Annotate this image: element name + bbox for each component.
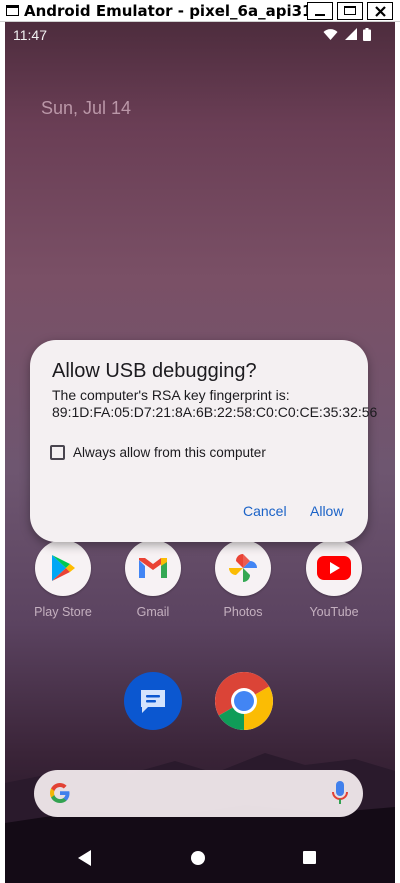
app-photos[interactable]: Photos (203, 540, 283, 619)
gmail-icon (125, 540, 181, 596)
minimize-button[interactable] (307, 2, 333, 20)
maximize-button[interactable] (337, 2, 363, 20)
app-gmail[interactable]: Gmail (113, 540, 193, 619)
close-button[interactable] (367, 2, 393, 20)
chrome-app[interactable] (215, 672, 273, 730)
app-play-store[interactable]: Play Store (23, 540, 103, 619)
cancel-button[interactable]: Cancel (243, 503, 287, 519)
status-time: 11:47 (13, 27, 47, 43)
google-g-icon (50, 783, 70, 803)
window-icon (6, 5, 19, 16)
microphone-icon[interactable] (331, 781, 349, 807)
status-icons (321, 28, 371, 42)
google-search-bar[interactable] (34, 770, 363, 817)
always-allow-checkbox[interactable] (50, 445, 65, 460)
window-title: Android Emulator - pixel_6a_api31... (24, 2, 330, 20)
app-label: Gmail (136, 605, 170, 619)
device-screen: 11:47 Sun, Jul 14 Play Store Gmail Photo… (5, 22, 395, 883)
allow-button[interactable]: Allow (310, 503, 343, 519)
always-allow-label[interactable]: Always allow from this computer (73, 445, 266, 460)
emulator-titlebar: Android Emulator - pixel_6a_api31... (0, 0, 400, 22)
wifi-icon (323, 29, 338, 40)
play-store-icon (35, 540, 91, 596)
photos-icon (215, 540, 271, 596)
battery-icon (363, 28, 371, 41)
dialog-message: The computer's RSA key fingerprint is: 8… (52, 387, 378, 420)
recents-icon[interactable] (303, 851, 316, 864)
lockscreen-date: Sun, Jul 14 (41, 98, 132, 118)
dialog-title: Allow USB debugging? (52, 360, 257, 382)
app-label: YouTube (309, 605, 359, 619)
close-icon (375, 6, 386, 17)
status-bar: 11:47 (5, 22, 395, 48)
messages-icon (141, 690, 165, 713)
back-icon[interactable] (78, 850, 92, 866)
signal-icon (344, 28, 357, 40)
app-label: Play Store (34, 605, 92, 619)
usb-debugging-dialog: Allow USB debugging? The computer's RSA … (30, 340, 378, 542)
app-youtube[interactable]: YouTube (294, 540, 374, 619)
navigation-bar (5, 844, 395, 883)
youtube-icon (306, 540, 362, 596)
home-icon[interactable] (191, 851, 205, 865)
messages-app[interactable] (124, 672, 182, 730)
app-label: Photos (223, 605, 263, 619)
chrome-icon (215, 672, 273, 730)
